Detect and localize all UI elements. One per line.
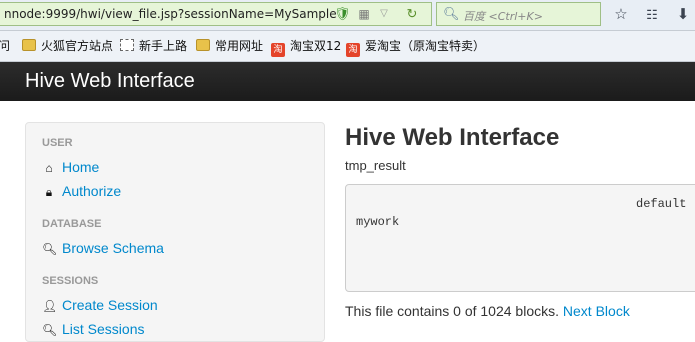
brand-link[interactable]: Hive Web Interface — [25, 70, 195, 93]
sidebar-item-list-sessions[interactable]: 🔍︎ List Sessions — [42, 320, 144, 338]
nav-header-database: DATABASE — [42, 218, 102, 230]
bookmark-label: 火狐官方站点 — [41, 39, 114, 53]
bookmark-firefox-sites[interactable]: 火狐官方站点 — [22, 38, 113, 54]
sidebar-nav: USER ⌂ Home 🔒︎ Authorize DATABASE 🔍︎ Browse… — [25, 122, 325, 342]
block-status: This file contains 0 of 1024 blocks. Nex… — [345, 303, 630, 319]
dropdown-icon[interactable]: ▽ — [376, 6, 392, 22]
bookmark-label: 爱淘宝（原淘宝特卖） — [365, 39, 486, 53]
qr-code-icon[interactable]: ▦ — [356, 6, 372, 22]
folder-icon — [22, 39, 36, 51]
address-text[interactable]: nnode:9999/hwi/view_file.jsp?sessionName… — [4, 7, 337, 21]
sidebar-item-label: Browse Schema — [62, 240, 164, 256]
lock-icon: 🔒︎ — [45, 185, 53, 199]
search-icon: 🔍︎ — [42, 242, 58, 256]
search-input[interactable]: 百度 <Ctrl+K> — [463, 8, 543, 24]
next-block-link[interactable]: Next Block — [563, 303, 630, 319]
bookmark-ai-taobao[interactable]: 淘爱淘宝（原淘宝特卖） — [346, 38, 486, 57]
browser-toolbar: nnode:9999/hwi/view_file.jsp?sessionName… — [0, 0, 695, 31]
sidebar-item-authorize[interactable]: 🔒︎ Authorize — [42, 182, 121, 200]
sidebar-item-create-session[interactable]: 👤︎ Create Session — [42, 296, 158, 314]
search-icon: 🔍︎ — [443, 6, 460, 21]
page-title: Hive Web Interface — [345, 124, 560, 151]
page-icon — [120, 39, 134, 51]
bookmark-item[interactable]: 问 — [0, 38, 10, 54]
user-icon: 👤︎ — [42, 299, 58, 313]
home-icon: ⌂ — [45, 161, 53, 175]
address-bar[interactable]: nnode:9999/hwi/view_file.jsp?sessionName… — [0, 2, 432, 26]
bookmark-label: 新手上路 — [139, 39, 188, 53]
bookmark-taobao-12[interactable]: 淘淘宝双12 — [271, 38, 342, 57]
sidebar-item-browse-schema[interactable]: 🔍︎ Browse Schema — [42, 239, 164, 257]
file-name: tmp_result — [345, 158, 406, 173]
nav-header-sessions: SESSIONS — [42, 275, 99, 287]
star-icon[interactable]: ☆ — [612, 6, 630, 24]
taobao-icon: 淘 — [346, 43, 360, 57]
sidebar-item-label: Create Session — [62, 297, 158, 313]
folder-icon — [196, 39, 210, 51]
search-icon: 🔍︎ — [42, 323, 58, 337]
taobao-icon: 淘 — [271, 43, 285, 57]
bookmark-common-sites[interactable]: 常用网址 — [196, 38, 263, 54]
search-bar[interactable]: 🔍︎ 百度 <Ctrl+K> — [436, 2, 601, 26]
file-contents: default mywork — [345, 184, 695, 292]
app-navbar: Hive Web Interface — [0, 62, 695, 101]
bookmark-getting-started[interactable]: 新手上路 — [120, 38, 187, 54]
sidebar-item-home[interactable]: ⌂ Home — [42, 158, 99, 176]
bookmark-label: 常用网址 — [215, 39, 264, 53]
shield-check-icon[interactable]: 🛡 — [334, 6, 351, 22]
file-line: default — [636, 197, 687, 211]
bookmark-label: 淘宝双12 — [290, 39, 342, 53]
nav-header-user: USER — [42, 137, 73, 149]
refresh-icon[interactable]: ↻ — [404, 6, 420, 22]
bookmarks-toolbar: 问 火狐官方站点 新手上路 常用网址 淘淘宝双12 淘爱淘宝（原淘宝特卖） — [0, 31, 695, 62]
sidebar-item-label: Home — [62, 159, 100, 175]
sidebar-item-label: Authorize — [62, 183, 122, 199]
file-line: mywork — [356, 215, 400, 229]
reading-list-icon[interactable]: ☷ — [643, 6, 661, 24]
bookmark-label: 问 — [0, 39, 11, 53]
sidebar-item-label: List Sessions — [62, 321, 145, 337]
block-count-text: This file contains 0 of 1024 blocks. — [345, 303, 560, 319]
download-icon[interactable]: ⬇ — [674, 6, 692, 24]
